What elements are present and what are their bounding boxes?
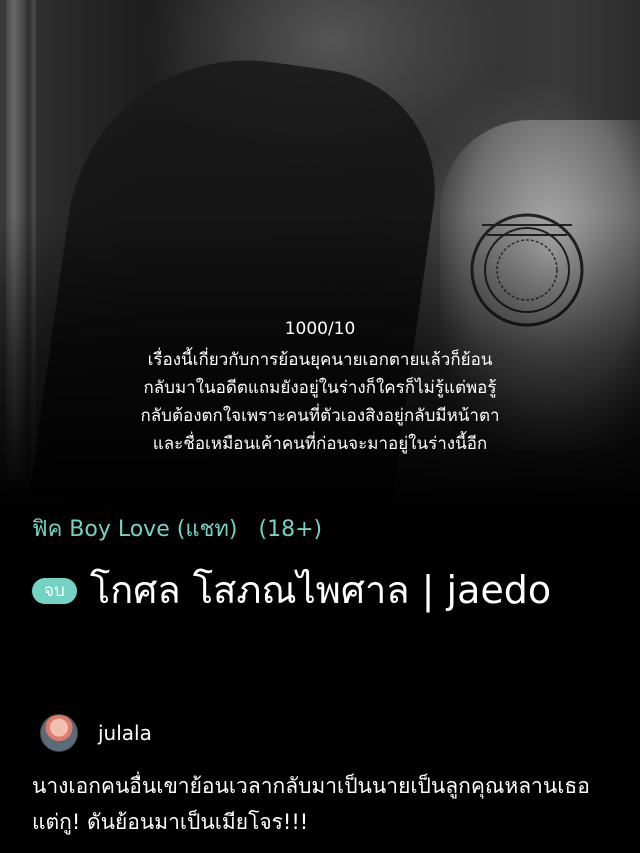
status-badge: จบ bbox=[32, 577, 77, 604]
cover-image: 1000/10 เรื่องนี้เกี่ยวกับการย้อนยุคนายเ… bbox=[0, 0, 640, 515]
cover-synopsis: เรื่องนี้เกี่ยวกับการย้อนยุคนายเอกตายแล้… bbox=[140, 350, 500, 454]
cover-overlay-text: 1000/10 เรื่องนี้เกี่ยวกับการย้อนยุคนายเ… bbox=[140, 318, 500, 458]
story-title: โกศล โสภณไพศาล | jaedo bbox=[89, 568, 552, 612]
story-description: นางเอกคนอื่นเขาย้อนเวลากลับมาเป็นนายเป็น… bbox=[32, 774, 590, 834]
read-count: 1000/10 bbox=[284, 319, 356, 339]
author-row[interactable]: julala bbox=[40, 714, 152, 752]
category-line: ฟิค Boy Love (แชท) (18+) bbox=[32, 515, 322, 545]
avatar[interactable] bbox=[40, 714, 78, 752]
category-link[interactable]: ฟิค Boy Love (แชท) bbox=[32, 517, 238, 542]
age-rating: (18+) bbox=[258, 517, 323, 542]
story-title-block: จบ โกศล โสภณไพศาล | jaedo bbox=[32, 558, 622, 622]
author-name[interactable]: julala bbox=[98, 721, 152, 745]
